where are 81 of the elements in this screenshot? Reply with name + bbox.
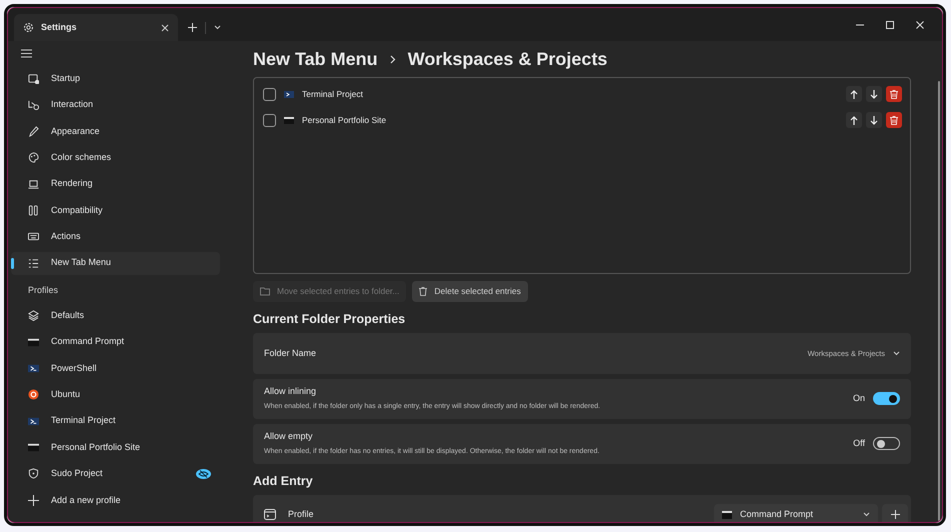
section-header: Profiles bbox=[27, 284, 60, 298]
plus-icon[interactable] bbox=[188, 23, 197, 32]
page-title: Workspaces & Projects bbox=[408, 48, 608, 71]
sidebar-item[interactable]: PowerShell bbox=[11, 356, 220, 380]
terminal-icon bbox=[28, 336, 39, 348]
close-icon[interactable] bbox=[916, 20, 924, 28]
close-icon[interactable] bbox=[161, 24, 169, 32]
palette-icon bbox=[28, 152, 39, 164]
sidebar-item[interactable]: Personal Portfolio Site bbox=[11, 436, 220, 460]
add-button[interactable] bbox=[882, 504, 908, 522]
trash-icon bbox=[890, 116, 898, 124]
powershell-icon bbox=[28, 416, 39, 427]
move-up-button[interactable] bbox=[846, 86, 862, 102]
chevron-down-icon bbox=[893, 350, 900, 356]
move-up-button[interactable] bbox=[846, 112, 862, 128]
sidebar-item[interactable]: Actions bbox=[11, 225, 220, 248]
sidebar-item[interactable]: Startup bbox=[11, 67, 220, 90]
keyboard-icon bbox=[28, 231, 39, 242]
toggle-switch[interactable] bbox=[873, 392, 900, 406]
gear-icon bbox=[23, 22, 34, 33]
toggle-state: On bbox=[852, 392, 865, 405]
layers-icon bbox=[28, 310, 39, 322]
section-title: Current Folder Properties bbox=[253, 311, 406, 328]
trash-icon bbox=[419, 287, 428, 296]
delete-button[interactable] bbox=[886, 112, 902, 128]
arrow-down-icon bbox=[870, 90, 878, 98]
maximize-icon[interactable] bbox=[886, 20, 894, 28]
move-down-button[interactable] bbox=[866, 112, 882, 128]
profile-dropdown[interactable]: Command Prompt bbox=[714, 504, 878, 522]
sidebar-item[interactable]: Rendering bbox=[11, 172, 220, 196]
sidebar-item[interactable]: Command Prompt bbox=[11, 330, 220, 354]
breadcrumb-link[interactable]: New Tab Menu bbox=[253, 46, 378, 73]
arrow-up-icon bbox=[850, 90, 858, 98]
toggle-switch[interactable] bbox=[873, 437, 900, 450]
move-down-button[interactable] bbox=[866, 86, 882, 102]
arrow-up-icon bbox=[850, 116, 858, 124]
arrow-down-icon bbox=[870, 116, 878, 124]
entry-label: Personal Portfolio Site bbox=[302, 114, 388, 126]
scrollbar[interactable] bbox=[938, 81, 940, 521]
section-title: Add Entry bbox=[253, 472, 314, 490]
sidebar-item[interactable]: Ubuntu bbox=[11, 383, 220, 406]
checkbox[interactable] bbox=[263, 88, 276, 100]
sidebar-item[interactable]: Terminal Project bbox=[11, 410, 220, 433]
entry-label: Terminal Project bbox=[302, 88, 364, 100]
settings-tab[interactable]: Settings bbox=[14, 14, 178, 41]
powershell-icon bbox=[284, 90, 294, 98]
sidebar-item[interactable]: Compatibility bbox=[11, 198, 220, 222]
sidebar-item[interactable]: Interaction bbox=[11, 93, 220, 116]
plus-icon bbox=[28, 494, 39, 506]
setting-label: Folder Name bbox=[264, 346, 318, 360]
folder-icon bbox=[260, 287, 270, 296]
sidebar-item[interactable]: Defaults bbox=[11, 304, 220, 328]
delete-selected-button[interactable]: Delete selected entries bbox=[412, 281, 528, 302]
setting-label: Allow inlining bbox=[264, 385, 318, 398]
sidebar-item[interactable]: Appearance bbox=[11, 120, 220, 143]
plus-icon bbox=[890, 510, 900, 519]
laptop-icon bbox=[28, 178, 39, 190]
setting-label: Allow empty bbox=[264, 430, 314, 444]
sidebar-item[interactable]: Color schemes bbox=[11, 146, 220, 170]
pencil-icon bbox=[28, 126, 39, 137]
toggle-state: Off bbox=[853, 437, 865, 450]
add-profile-link[interactable]: Add a new profile bbox=[11, 488, 220, 512]
terminal-icon bbox=[722, 510, 732, 518]
sidebar-item[interactable]: Sudo Project bbox=[11, 462, 220, 486]
ubuntu-icon bbox=[28, 389, 39, 400]
chevron-down-icon[interactable] bbox=[214, 25, 221, 30]
tab-title: Settings bbox=[41, 20, 78, 34]
chevron-right-icon bbox=[390, 55, 396, 64]
terminal-icon bbox=[264, 509, 276, 520]
sidebar-item[interactable]: New Tab Menu bbox=[11, 252, 220, 275]
trash-icon bbox=[890, 90, 898, 98]
powershell-icon bbox=[28, 362, 39, 374]
menu-icon[interactable] bbox=[21, 49, 32, 58]
delete-button[interactable] bbox=[886, 86, 902, 102]
list-icon bbox=[28, 258, 39, 269]
chevron-down-icon bbox=[863, 512, 870, 517]
terminal-icon bbox=[28, 442, 39, 454]
terminal-icon bbox=[284, 116, 294, 124]
setting-label: Profile bbox=[288, 508, 315, 521]
shield-icon bbox=[28, 468, 39, 480]
checkbox[interactable] bbox=[263, 114, 276, 126]
